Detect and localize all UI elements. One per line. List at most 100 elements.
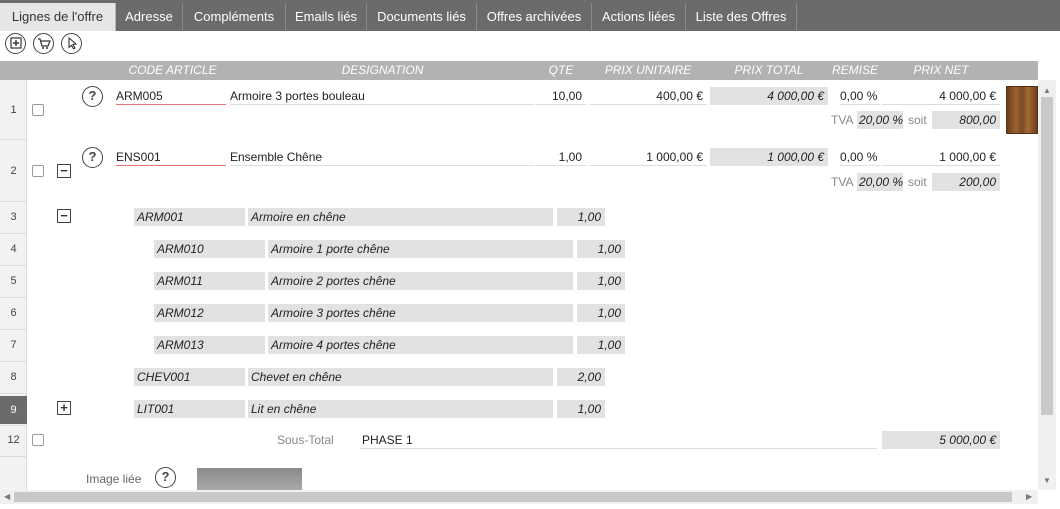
- row-number[interactable]: 3: [0, 211, 27, 223]
- component-designation: Armoire en chêne: [248, 208, 553, 226]
- component-qte: 1,00: [577, 336, 625, 354]
- product-image[interactable]: [1006, 86, 1038, 134]
- component-code: ARM010: [154, 240, 265, 258]
- qte-field[interactable]: 10,00: [536, 87, 586, 105]
- component-designation: Armoire 1 porte chêne: [268, 240, 573, 258]
- row-separator: [0, 393, 27, 394]
- grid-header: CODE ARTICLE DESIGNATION QTE PRIX UNITAI…: [0, 61, 1038, 80]
- component-designation: Lit en chêne: [248, 400, 553, 418]
- header-prix-net: PRIX NET: [913, 63, 969, 77]
- row-number[interactable]: 6: [0, 307, 27, 319]
- component-designation: Armoire 2 portes chêne: [268, 272, 573, 290]
- tab-documents-lies[interactable]: Documents liés: [367, 3, 477, 31]
- component-qte: 1,00: [577, 240, 625, 258]
- component-qte: 1,00: [557, 208, 605, 226]
- component-qte: 1,00: [557, 400, 605, 418]
- row-separator: [0, 265, 27, 266]
- component-designation: Chevet en chêne: [248, 368, 553, 386]
- tva-label: TVA: [831, 113, 854, 127]
- row-number-selected[interactable]: 9: [0, 396, 27, 424]
- tva-amount-field: 200,00: [932, 173, 1000, 191]
- row-number[interactable]: 4: [0, 243, 27, 255]
- component-qte: 1,00: [577, 272, 625, 290]
- expand-icon[interactable]: +: [57, 401, 71, 415]
- scroll-left-icon[interactable]: ◀: [4, 492, 10, 501]
- phase-field[interactable]: PHASE 1: [360, 431, 877, 449]
- scroll-up-icon[interactable]: ▲: [1043, 86, 1051, 95]
- scroll-down-icon[interactable]: ▼: [1043, 476, 1051, 485]
- prix-net-field[interactable]: 4 000,00 €: [882, 87, 1000, 105]
- component-code: CHEV001: [134, 368, 245, 386]
- component-code: LIT001: [134, 400, 245, 418]
- scroll-right-icon[interactable]: ▶: [1026, 492, 1032, 501]
- tab-bar: Lignes de l'offre Adresse Compléments Em…: [0, 0, 1060, 31]
- remise-field[interactable]: 0,00 %: [840, 87, 880, 105]
- tva-rate-field[interactable]: 20,00 %: [857, 111, 903, 129]
- prix-net-field[interactable]: 1 000,00 €: [882, 148, 1000, 166]
- linked-image[interactable]: [197, 468, 302, 490]
- row-number[interactable]: 5: [0, 275, 27, 287]
- prix-unitaire-field[interactable]: 1 000,00 €: [589, 148, 707, 166]
- row-checkbox[interactable]: [32, 165, 44, 177]
- component-designation: Armoire 4 portes chêne: [268, 336, 573, 354]
- header-remise: REMISE: [831, 63, 878, 77]
- row-separator: [0, 201, 27, 202]
- cart-icon[interactable]: [33, 33, 54, 54]
- prix-total-field: 1 000,00 €: [710, 148, 828, 166]
- row-separator: [0, 233, 27, 234]
- code-field[interactable]: ENS001: [116, 148, 226, 166]
- row-separator: [0, 361, 27, 362]
- row-checkbox[interactable]: [32, 104, 44, 116]
- row-number[interactable]: 1: [0, 104, 27, 116]
- horizontal-scroll-thumb[interactable]: [14, 492, 1012, 502]
- subtotal-amount: 5 000,00 €: [882, 431, 1000, 449]
- soit-label: soit: [908, 175, 927, 189]
- tab-complements[interactable]: Compléments: [183, 3, 286, 31]
- header-prix-total: PRIX TOTAL: [734, 63, 804, 77]
- row-number[interactable]: 2: [0, 165, 27, 177]
- designation-field[interactable]: Armoire 3 portes bouleau: [230, 87, 535, 105]
- prix-unitaire-field[interactable]: 400,00 €: [589, 87, 707, 105]
- header-qte: QTE: [548, 63, 574, 77]
- collapse-icon[interactable]: −: [57, 209, 71, 223]
- row-separator: [0, 329, 27, 330]
- linked-image-label: Image liée: [86, 472, 142, 486]
- tab-adresse[interactable]: Adresse: [116, 3, 183, 31]
- row-separator: [0, 456, 27, 457]
- component-designation: Armoire 3 portes chêne: [268, 304, 573, 322]
- soit-label: soit: [908, 113, 927, 127]
- help-icon[interactable]: ?: [82, 86, 103, 107]
- row-separator: [0, 425, 27, 426]
- help-icon[interactable]: ?: [155, 467, 176, 488]
- code-field[interactable]: ARM005: [116, 87, 226, 105]
- component-qte: 1,00: [577, 304, 625, 322]
- tva-amount-field: 800,00: [932, 111, 1000, 129]
- tab-lignes-offre[interactable]: Lignes de l'offre: [0, 3, 116, 31]
- qte-field[interactable]: 1,00: [536, 148, 586, 166]
- row-number[interactable]: 8: [0, 371, 27, 383]
- tva-rate-field[interactable]: 20,00 %: [857, 173, 903, 191]
- component-code: ARM001: [134, 208, 245, 226]
- subtotal-label: Sous-Total: [277, 433, 334, 447]
- designation-field[interactable]: Ensemble Chêne: [230, 148, 535, 166]
- row-number[interactable]: 12: [0, 434, 27, 446]
- component-code: ARM013: [154, 336, 265, 354]
- tab-liste-offres[interactable]: Liste des Offres: [686, 3, 797, 31]
- add-line-icon[interactable]: [5, 33, 26, 54]
- row-separator: [0, 139, 27, 140]
- tab-emails-lies[interactable]: Emails liés: [286, 3, 367, 31]
- header-code: CODE ARTICLE: [128, 63, 217, 77]
- tab-actions-liees[interactable]: Actions liées: [592, 3, 686, 31]
- component-qte: 2,00: [557, 368, 605, 386]
- vertical-scroll-thumb[interactable]: [1041, 97, 1053, 415]
- row-separator: [0, 297, 27, 298]
- cursor-icon[interactable]: [61, 33, 82, 54]
- collapse-icon[interactable]: −: [57, 164, 71, 178]
- tab-offres-archivees[interactable]: Offres archivées: [477, 3, 592, 31]
- help-icon[interactable]: ?: [82, 147, 103, 168]
- row-checkbox[interactable]: [32, 434, 44, 446]
- tva-label: TVA: [831, 175, 854, 189]
- remise-field[interactable]: 0,00 %: [840, 148, 880, 166]
- row-number[interactable]: 7: [0, 339, 27, 351]
- component-code: ARM011: [154, 272, 265, 290]
